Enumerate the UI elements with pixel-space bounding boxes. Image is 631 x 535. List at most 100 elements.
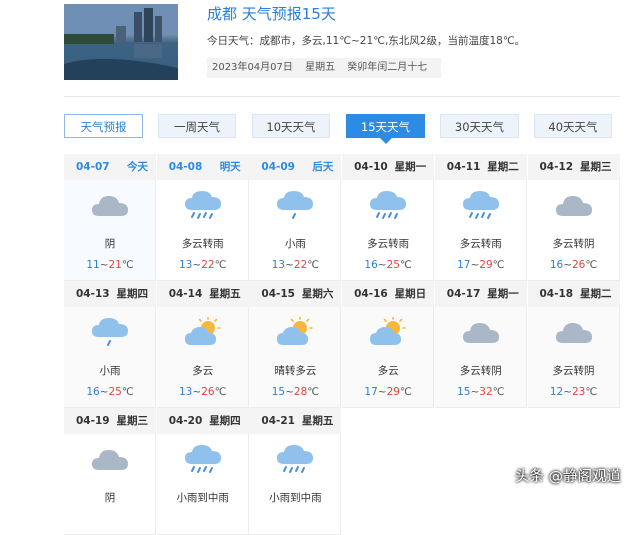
cloud-icon	[554, 317, 594, 349]
day-forecast-card[interactable]: 04-08 明天 多云转雨 13~22℃	[156, 154, 249, 281]
partly-cloudy-icon	[183, 316, 223, 349]
day-temperature: 16~25℃	[342, 259, 434, 271]
day-temperature: 17~29℃	[342, 386, 434, 398]
rain-icon	[183, 190, 223, 222]
day-forecast-card[interactable]: 04-10 星期一 多云转雨 16~25℃	[342, 154, 435, 281]
watermark: 头条 @静阁观道	[514, 469, 621, 485]
high-temp: 25	[108, 386, 122, 398]
temp-separator: ~	[470, 386, 480, 398]
day-weekday: 星期日	[394, 288, 427, 300]
partly-cloudy-icon	[368, 316, 408, 349]
day-date: 04-10	[354, 161, 388, 173]
temp-separator: ~	[470, 259, 480, 271]
day-weekday: 星期五	[209, 288, 241, 300]
tab-15-days[interactable]: 15天天气	[346, 114, 425, 144]
day-weekday: 星期三	[580, 161, 612, 173]
temp-unit: ℃	[399, 386, 412, 398]
day-forecast-card[interactable]: 04-11 星期二 多云转雨 17~29℃	[434, 154, 527, 281]
day-weekday: 星期一	[487, 288, 519, 300]
day-weekday: 星期四	[209, 415, 241, 427]
day-description: 阴	[104, 492, 116, 504]
light-rain-icon	[275, 190, 315, 222]
day-description: 晴转多云	[274, 365, 317, 377]
tab-40-days[interactable]: 40天天气	[534, 114, 612, 138]
day-forecast-card[interactable]: 04-07 今天阴 11~21℃	[64, 154, 156, 281]
day-date: 04-13	[76, 288, 110, 300]
forecast-tabs: 天气预报 一周天气 10天天气 15天天气 30天天气 40天天气	[64, 114, 624, 144]
tab-week[interactable]: 一周天气	[158, 114, 236, 138]
day-header: 04-21 星期五	[249, 408, 342, 434]
day-forecast-card[interactable]: 04-21 星期五 小雨到中雨	[249, 408, 342, 535]
day-forecast-card[interactable]: 04-12 星期三 多云转阴 16~26℃	[527, 154, 620, 281]
day-weekday: 星期五	[301, 415, 334, 427]
day-header: 04-13 星期四	[64, 281, 156, 307]
high-temp: 23	[572, 386, 586, 398]
day-weekday: 明天	[219, 161, 241, 173]
day-temperature: 15~32℃	[435, 386, 527, 398]
day-weekday: 星期六	[301, 288, 334, 300]
temp-unit: ℃	[585, 386, 598, 398]
day-forecast-card[interactable]: 04-20 星期四 小雨到中雨	[156, 408, 249, 535]
day-forecast-card[interactable]: 04-13 星期四 小雨 16~25℃	[64, 281, 156, 408]
day-forecast-card[interactable]: 04-19 星期三阴	[64, 408, 156, 535]
day-temperature: 17~29℃	[435, 259, 527, 271]
rain-icon	[368, 190, 408, 222]
day-header: 04-16 星期日	[342, 281, 435, 307]
high-temp: 32	[479, 386, 493, 398]
day-forecast-card[interactable]: 04-15 星期六 晴转多云 15~28℃	[249, 281, 342, 408]
temp-unit: ℃	[307, 386, 320, 398]
low-temp: 16	[86, 386, 100, 398]
day-weekday: 星期二	[580, 288, 612, 300]
day-header: 04-20 星期四	[156, 408, 249, 434]
day-description: 多云转雨	[181, 238, 224, 250]
temp-separator: ~	[377, 386, 387, 398]
day-forecast-card[interactable]: 04-16 星期日 多云 17~29℃	[342, 281, 435, 408]
day-header: 04-17 星期一	[434, 281, 527, 307]
temp-separator: ~	[99, 259, 109, 271]
low-temp: 17	[364, 386, 378, 398]
day-date: 04-07	[76, 161, 110, 173]
tab-forecast[interactable]: 天气预报	[64, 114, 143, 138]
day-forecast-card[interactable]: 04-14 星期五 多云 13~26℃	[156, 281, 249, 408]
day-header: 04-18 星期二	[527, 281, 620, 307]
low-temp: 16	[549, 259, 564, 271]
page-header: 成都 天气预报15天 今日天气：成都市，多云,11℃~21℃,东北风2级，当前温…	[0, 0, 631, 96]
tab-10-days[interactable]: 10天天气	[252, 114, 330, 138]
high-temp: 21	[108, 259, 122, 271]
day-weekday: 今天	[127, 161, 148, 173]
day-weekday: 星期一	[394, 161, 427, 173]
temp-unit: ℃	[492, 259, 505, 271]
day-date: 04-11	[446, 161, 481, 173]
day-forecast-card[interactable]: 04-18 星期二多云转阴 12~23℃	[527, 281, 620, 408]
cloud-icon	[554, 190, 594, 222]
day-forecast-card[interactable]: 04-09 后天 小雨 13~22℃	[249, 154, 342, 281]
day-header: 04-09 后天	[249, 154, 342, 180]
high-temp: 29	[386, 386, 400, 398]
temp-unit: ℃	[307, 259, 320, 271]
temp-separator: ~	[377, 259, 387, 271]
day-date: 04-12	[539, 161, 574, 173]
temp-unit: ℃	[492, 386, 505, 398]
day-date: 04-18	[539, 288, 574, 300]
current-date: 2023年04月07日	[212, 62, 293, 73]
temp-separator: ~	[563, 386, 572, 398]
low-temp: 11	[86, 259, 100, 271]
day-weekday: 后天	[312, 161, 334, 173]
day-date: 04-14	[168, 288, 203, 300]
day-weekday: 星期三	[116, 415, 149, 427]
day-header: 04-14 星期五	[156, 281, 249, 307]
today-summary: 今日天气：成都市，多云,11℃~21℃,东北风2级，当前温度18℃。	[207, 35, 526, 47]
day-forecast-card[interactable]: 04-17 星期一 多云转阴 15~32℃	[434, 281, 527, 408]
temp-separator: ~	[285, 259, 294, 271]
day-description: 多云转阴	[552, 365, 595, 377]
day-header: 04-08 明天	[156, 154, 249, 180]
day-temperature: 13~26℃	[157, 386, 249, 398]
day-description: 多云转阴	[552, 238, 595, 250]
page-title[interactable]: 成都 天气预报15天	[207, 3, 336, 24]
low-temp: 12	[549, 386, 564, 398]
low-temp: 16	[364, 259, 378, 271]
temp-unit: ℃	[585, 259, 598, 271]
tab-30-days[interactable]: 30天天气	[440, 114, 519, 138]
day-temperature: 15~28℃	[249, 386, 341, 398]
city-photo	[64, 4, 178, 80]
